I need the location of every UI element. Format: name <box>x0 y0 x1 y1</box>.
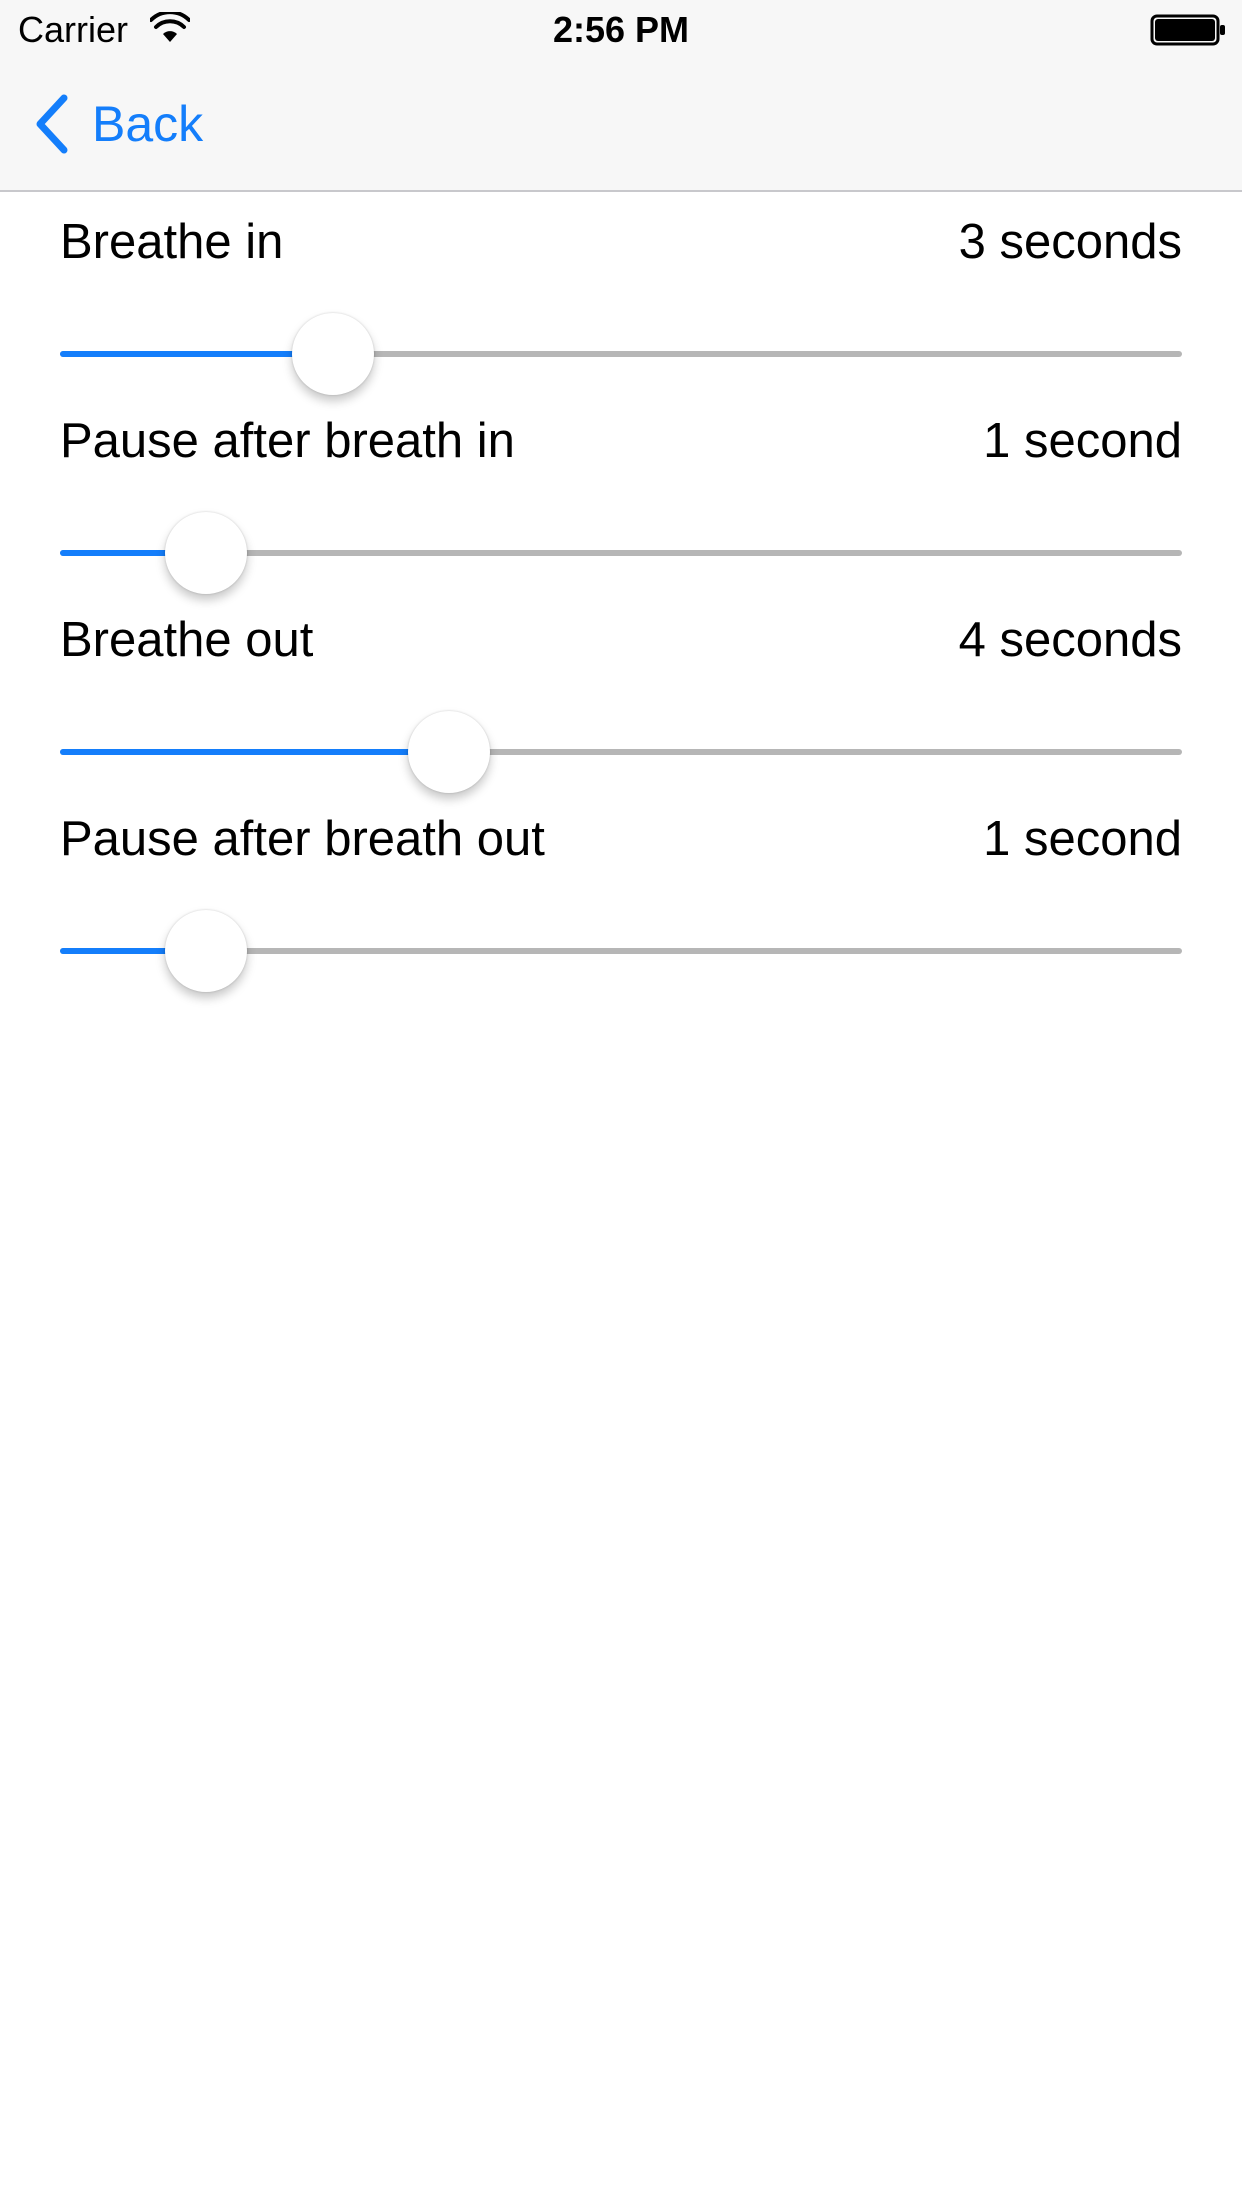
setting-label: Breathe in <box>60 215 284 269</box>
breathe-out-slider[interactable] <box>60 710 1182 794</box>
setting-value: 4 seconds <box>958 613 1182 667</box>
slider-thumb[interactable] <box>291 313 374 395</box>
slider-thumb[interactable] <box>164 910 247 992</box>
setting-pause-after-breath-in: Pause after breath in 1 second <box>60 411 1182 610</box>
setting-value: 1 second <box>983 812 1182 866</box>
top-bar: Carrier 2:56 PM Back <box>0 0 1242 192</box>
slider-thumb[interactable] <box>408 711 491 793</box>
status-bar: Carrier 2:56 PM <box>0 0 1242 60</box>
status-time: 2:56 PM <box>552 9 690 50</box>
pause-after-breath-in-slider[interactable] <box>60 511 1182 595</box>
setting-breathe-in: Breathe in 3 seconds <box>60 212 1182 411</box>
setting-value: 1 second <box>983 414 1182 468</box>
breathe-in-slider[interactable] <box>60 312 1182 396</box>
setting-breathe-out: Breathe out 4 seconds <box>60 610 1182 809</box>
navigation-bar: Back <box>0 60 1242 190</box>
setting-pause-after-breath-out: Pause after breath out 1 second <box>60 809 1182 1008</box>
setting-label: Breathe out <box>60 613 314 667</box>
back-label: Back <box>92 96 204 152</box>
setting-label: Pause after breath out <box>60 812 545 866</box>
setting-value: 3 seconds <box>958 215 1182 269</box>
pause-after-breath-out-slider[interactable] <box>60 909 1182 993</box>
back-button[interactable]: Back <box>30 92 203 156</box>
setting-label: Pause after breath in <box>60 414 515 468</box>
battery-icon <box>1150 14 1225 46</box>
slider-thumb[interactable] <box>164 512 247 594</box>
chevron-left-icon <box>36 94 68 154</box>
slider-fill <box>60 749 450 755</box>
